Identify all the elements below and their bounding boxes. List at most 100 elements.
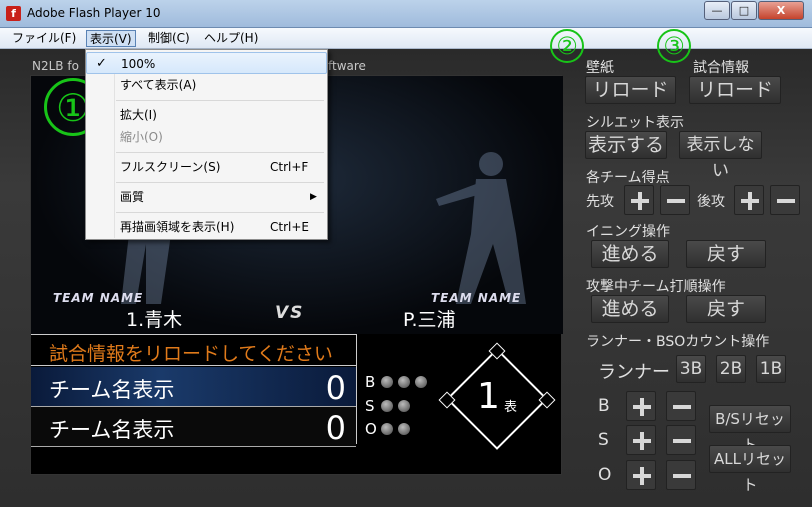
silhouette-hide-button[interactable]: 表示しない xyxy=(679,131,762,181)
menu-item-zoom-in[interactable]: 拡大(I) xyxy=(86,104,327,126)
out-plus-button[interactable] xyxy=(626,460,656,490)
menu-item-zoom-out: 縮小(O) xyxy=(86,126,327,148)
wallpaper-label: 壁紙 xyxy=(586,60,614,76)
menu-item-show-redraw-regions[interactable]: 再描画領域を表示(H) Ctrl+E xyxy=(86,216,327,238)
gameinfo-label: 試合情報 xyxy=(693,60,749,76)
team-score-label: 各チーム得点 xyxy=(586,170,670,186)
menu-separator xyxy=(116,100,324,101)
ball-minus-button[interactable] xyxy=(666,391,696,421)
menu-item-label: すべて表示(A) xyxy=(120,78,197,92)
menu-item-shortcut: Ctrl+E xyxy=(270,220,309,234)
strike-lamp xyxy=(381,400,393,412)
second-team-minus-button[interactable] xyxy=(770,185,800,215)
gameinfo-reload-button[interactable]: リロード xyxy=(689,76,781,104)
inning-number: 1 xyxy=(477,376,500,417)
close-button[interactable]: X xyxy=(758,1,804,20)
menu-separator xyxy=(116,152,324,153)
team-name-display: チーム名表示 xyxy=(49,378,175,402)
team-name-display: チーム名表示 xyxy=(49,418,175,442)
out-lamp xyxy=(398,423,410,435)
menu-control[interactable]: 制御(C) xyxy=(145,30,193,47)
second-team-plus-button[interactable] xyxy=(734,185,764,215)
annotation-two: ② xyxy=(550,29,584,63)
batting-order-label: 攻撃中チーム打順操作 xyxy=(586,279,726,295)
out-control-label: O xyxy=(598,465,612,485)
minimize-button[interactable]: — xyxy=(704,1,730,20)
strike-label: S xyxy=(365,397,375,415)
menu-item-label: 拡大(I) xyxy=(120,108,157,122)
batting-back-button[interactable]: 戻す xyxy=(686,295,766,323)
inning-advance-button[interactable]: 進める xyxy=(591,240,669,268)
menu-item-shortcut: Ctrl+F xyxy=(270,160,309,174)
ball-label: B xyxy=(365,373,376,391)
menu-separator xyxy=(116,182,324,183)
credit-text-tail: ftware xyxy=(328,59,366,73)
vs-label: VS xyxy=(275,303,305,323)
menu-item-show-all[interactable]: すべて表示(A) xyxy=(86,74,327,96)
batting-advance-button[interactable]: 進める xyxy=(591,295,669,323)
ball-lamp xyxy=(415,376,427,388)
team-score: 0 xyxy=(325,409,346,447)
submenu-arrow-icon: ▶ xyxy=(310,192,317,202)
silhouette-label: シルエット表示 xyxy=(586,115,684,131)
maximize-button[interactable]: □ xyxy=(731,1,757,20)
pitcher-name: P.三浦 xyxy=(403,309,456,331)
menu-item-fullscreen[interactable]: フルスクリーン(S) Ctrl+F xyxy=(86,156,327,178)
window-title: Adobe Flash Player 10 xyxy=(27,6,161,20)
wallpaper-reload-button[interactable]: リロード xyxy=(585,76,676,104)
strike-minus-button[interactable] xyxy=(666,425,696,455)
all-reset-button[interactable]: ALLリセット xyxy=(709,445,791,494)
team-label-left: TEAM NAME xyxy=(53,291,144,305)
team-label-right: TEAM NAME xyxy=(431,291,522,305)
first-base-button[interactable]: 1B xyxy=(756,355,786,383)
runner-label: ランナー xyxy=(598,362,670,383)
inning-control-label: イニング操作 xyxy=(586,224,670,240)
title-bar: f Adobe Flash Player 10 — □ X xyxy=(0,0,812,28)
menu-item-quality[interactable]: 画質 ▶ xyxy=(86,186,327,208)
view-menu-dropdown: ✓ 100% すべて表示(A) 拡大(I) 縮小(O) フルスクリーン(S) C… xyxy=(85,49,328,240)
annotation-three: ③ xyxy=(657,29,691,63)
strike-plus-button[interactable] xyxy=(626,425,656,455)
team-row-bottom: チーム名表示 0 xyxy=(31,407,356,447)
status-message: 試合情報をリロードしてください xyxy=(49,343,333,365)
divider xyxy=(356,334,357,444)
menu-view[interactable]: 表示(V) xyxy=(86,30,136,47)
menu-item-label: 100% xyxy=(121,57,156,71)
ball-lamp xyxy=(398,376,410,388)
runner-bso-label: ランナー・BSOカウント操作 xyxy=(586,334,770,350)
inning-half: 表 xyxy=(504,400,518,415)
second-base-button[interactable]: 2B xyxy=(716,355,746,383)
menu-separator xyxy=(116,212,324,213)
silhouette-show-button[interactable]: 表示する xyxy=(585,131,667,159)
first-team-minus-button[interactable] xyxy=(660,185,690,215)
ball-plus-button[interactable] xyxy=(626,391,656,421)
first-team-plus-button[interactable] xyxy=(624,185,654,215)
menu-help[interactable]: ヘルプ(H) xyxy=(201,30,261,47)
check-icon: ✓ xyxy=(96,56,107,71)
second-team-label: 後攻 xyxy=(697,194,725,210)
menu-file[interactable]: ファイル(F) xyxy=(9,30,79,47)
menu-item-label: フルスクリーン(S) xyxy=(120,160,221,174)
out-minus-button[interactable] xyxy=(666,460,696,490)
flash-app-icon: f xyxy=(6,6,21,21)
team-score: 0 xyxy=(325,369,346,407)
bs-reset-button[interactable]: B/Sリセット xyxy=(709,405,791,454)
credit-text: N2LB fo xyxy=(32,59,79,73)
menu-item-label: 縮小(O) xyxy=(120,130,163,144)
first-team-label: 先攻 xyxy=(586,194,614,210)
strike-lamp xyxy=(398,400,410,412)
inning-back-button[interactable]: 戻す xyxy=(686,240,766,268)
menu-item-label: 再描画領域を表示(H) xyxy=(120,220,235,234)
pitcher-silhouette xyxy=(436,152,526,304)
menu-item-label: 画質 xyxy=(120,190,145,204)
out-lamp xyxy=(381,423,393,435)
third-base-button[interactable]: 3B xyxy=(676,355,706,383)
batter-name: 1.青木 xyxy=(126,309,183,331)
ball-lamp xyxy=(381,376,393,388)
out-label: O xyxy=(365,420,377,438)
message-row: 試合情報をリロードしてください xyxy=(31,334,356,366)
team-row-top: チーム名表示 0 xyxy=(31,367,356,407)
strike-control-label: S xyxy=(598,430,609,450)
ball-control-label: B xyxy=(598,396,610,416)
menu-item-100-percent[interactable]: ✓ 100% xyxy=(86,52,327,74)
